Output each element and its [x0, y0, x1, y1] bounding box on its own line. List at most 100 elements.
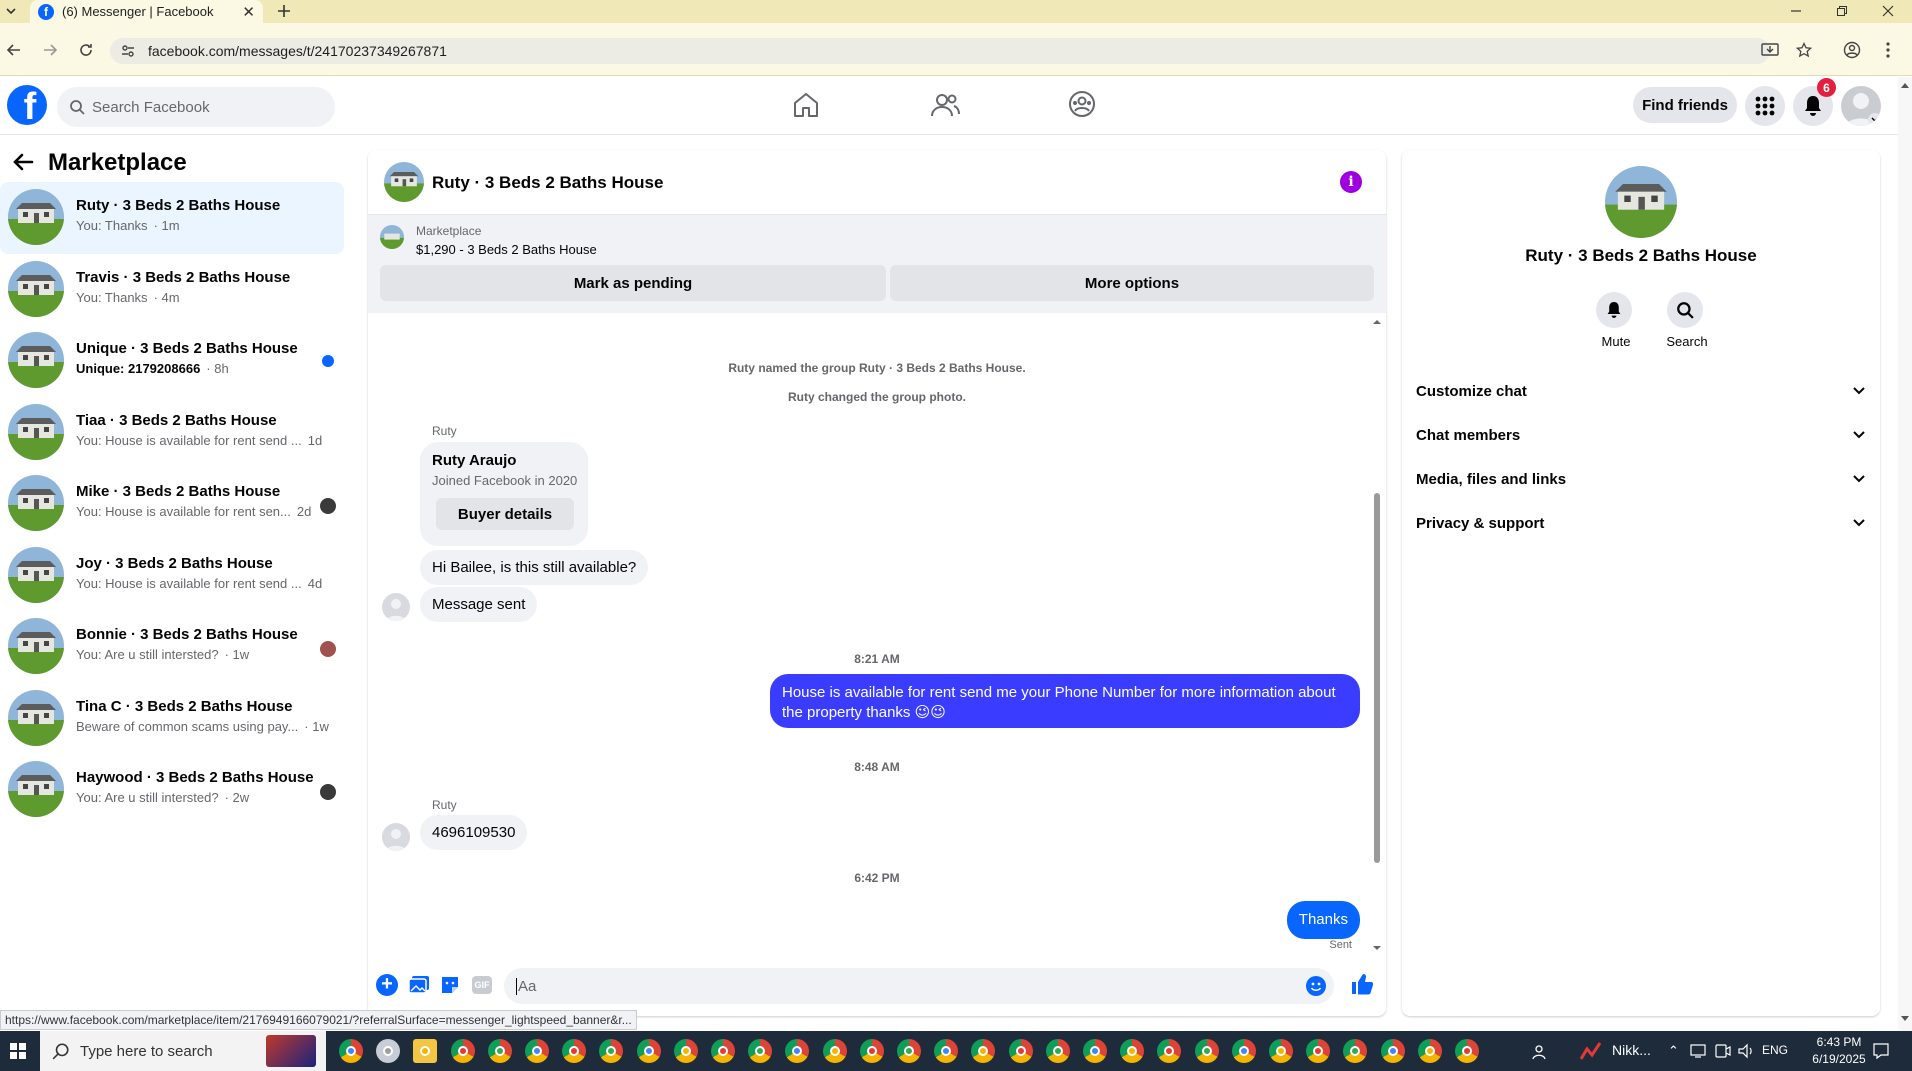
taskbar-app-icon[interactable]	[376, 1039, 401, 1063]
taskbar-app-icon[interactable]	[934, 1039, 959, 1063]
thread-scrollbar[interactable]	[1372, 313, 1382, 958]
taskbar-app-icon[interactable]	[1455, 1039, 1479, 1063]
minimize-button[interactable]	[1782, 0, 1810, 25]
taskbar-app-icon[interactable]	[785, 1039, 810, 1063]
install-app-icon[interactable]	[1756, 36, 1784, 64]
gif-icon[interactable]: GIF	[472, 976, 492, 994]
taskbar-app-icon[interactable]	[1380, 1039, 1405, 1063]
marketplace-listing-bar[interactable]: Marketplace $1,290 - 3 Beds 2 Baths Hous…	[368, 215, 1386, 313]
page-scrollbar[interactable]	[1898, 77, 1912, 1031]
notifications-button[interactable]: 6	[1793, 78, 1836, 126]
taskbar-app-icon[interactable]	[1120, 1039, 1145, 1063]
outgoing-message[interactable]: Thanks	[1286, 901, 1360, 939]
menu-grid-button[interactable]	[1745, 86, 1785, 126]
like-thumb-icon[interactable]	[1350, 972, 1374, 996]
taskbar-app-icon[interactable]	[1083, 1039, 1107, 1063]
media-files-links-section[interactable]: Media, files and links	[1416, 457, 1866, 501]
find-friends-button[interactable]: Find friends	[1633, 87, 1737, 123]
sender-avatar[interactable]	[382, 823, 410, 851]
tab-search-chevron-icon[interactable]	[0, 0, 22, 25]
tray-chevron-icon[interactable]: ⌃	[1668, 1043, 1679, 1059]
taskbar-app-icon[interactable]	[1269, 1039, 1293, 1063]
new-tab-button[interactable]	[270, 0, 298, 25]
taskbar-app-icon[interactable]	[1008, 1039, 1033, 1063]
taskbar-app-icon[interactable]	[673, 1039, 698, 1063]
taskbar-app-icon[interactable]	[971, 1039, 996, 1063]
notification-center-icon[interactable]	[1872, 1042, 1890, 1060]
taskbar-app-icon[interactable]	[1194, 1039, 1219, 1063]
groups-nav-icon[interactable]	[1068, 90, 1096, 118]
browser-tab-active[interactable]: f (6) Messenger | Facebook ✕	[30, 0, 263, 23]
taskbar-app-icon[interactable]	[1343, 1039, 1368, 1063]
outgoing-message[interactable]: House is available for rent send me your…	[770, 674, 1360, 728]
plus-icon[interactable]: +	[376, 974, 398, 996]
conversation-item[interactable]: Joy · 3 Beds 2 Baths House You: House is …	[0, 540, 344, 612]
taskbar-app-icon[interactable]	[711, 1039, 735, 1063]
incoming-message[interactable]: Hi Bailee, is this still available?	[420, 550, 649, 585]
taskbar-app-icon[interactable]	[897, 1039, 921, 1063]
taskbar-widget-label[interactable]: Nikk...	[1612, 1042, 1651, 1058]
taskbar-clock[interactable]: 6:43 PM 6/19/2025	[1796, 1034, 1882, 1068]
facebook-logo[interactable]: f	[7, 85, 47, 125]
conversation-item[interactable]: Tina C · 3 Beds 2 Baths House Beware of c…	[0, 683, 344, 755]
conversation-item[interactable]: Haywood · 3 Beds 2 Baths House You: Are u…	[0, 754, 344, 826]
tab-close-icon[interactable]: ✕	[242, 3, 255, 21]
home-nav-icon[interactable]	[792, 92, 820, 118]
friends-nav-icon[interactable]	[930, 92, 960, 118]
volume-icon[interactable]	[1738, 1043, 1756, 1059]
privacy-support-section[interactable]: Privacy & support	[1416, 501, 1866, 545]
conversation-item[interactable]: Mike · 3 Beds 2 Baths House You: House is…	[0, 468, 344, 540]
meet-now-icon[interactable]	[1714, 1043, 1732, 1059]
info-icon[interactable]: i	[1340, 171, 1362, 193]
taskbar-app-icon[interactable]	[636, 1039, 661, 1063]
stock-widget-icon[interactable]	[1580, 1041, 1602, 1061]
taskbar-app-icon[interactable]	[339, 1039, 363, 1063]
chat-members-section[interactable]: Chat members	[1416, 413, 1866, 457]
customize-chat-section[interactable]: Customize chat	[1416, 369, 1866, 413]
taskbar-app-icon[interactable]	[413, 1039, 438, 1063]
chat-title[interactable]: Ruty · 3 Beds 2 Baths House	[432, 173, 663, 193]
incoming-message[interactable]: Message sent	[420, 587, 538, 622]
conversation-item[interactable]: Unique · 3 Beds 2 Baths House Unique: 217…	[0, 325, 344, 397]
taskbar-app-icon[interactable]	[1231, 1039, 1256, 1063]
address-bar[interactable]: facebook.com/messages/t/2417023734926787…	[110, 38, 1770, 64]
incoming-message[interactable]: 4696109530	[420, 815, 528, 850]
facebook-search-input[interactable]: Search Facebook	[57, 87, 335, 127]
site-settings-icon[interactable]	[120, 43, 136, 59]
language-indicator[interactable]: ENG	[1762, 1043, 1788, 1057]
search-in-chat-button[interactable]: Search	[1657, 292, 1717, 349]
chat-avatar[interactable]	[384, 162, 424, 202]
profile-icon[interactable]	[1838, 36, 1866, 64]
windows-start-icon[interactable]	[10, 1043, 26, 1059]
taskbar-app-icon[interactable]	[450, 1039, 475, 1063]
forward-button[interactable]	[36, 36, 64, 64]
taskbar-app-icon[interactable]	[822, 1039, 847, 1063]
back-button[interactable]	[0, 36, 28, 64]
conversation-item[interactable]: Travis · 3 Beds 2 Baths House You: Thanks…	[0, 254, 344, 326]
people-icon[interactable]	[1532, 1043, 1550, 1061]
taskbar-app-icon[interactable]	[599, 1039, 624, 1063]
photo-icon[interactable]	[408, 975, 430, 995]
taskbar-app-icon[interactable]	[859, 1039, 884, 1063]
more-options-button[interactable]: More options	[890, 265, 1374, 301]
group-avatar[interactable]	[1605, 166, 1677, 238]
buyer-details-button[interactable]: Buyer details	[436, 498, 574, 530]
taskbar-app-icon[interactable]	[748, 1039, 773, 1063]
taskbar-search-input[interactable]: Type here to search	[40, 1031, 326, 1071]
taskbar-app-icon[interactable]	[562, 1039, 587, 1063]
taskbar-app-icon[interactable]	[1045, 1039, 1070, 1063]
mark-as-pending-button[interactable]: Mark as pending	[380, 265, 886, 301]
reload-button[interactable]	[72, 36, 100, 64]
conversation-item[interactable]: Ruty · 3 Beds 2 Baths House You: Thanks · …	[0, 182, 344, 254]
taskbar-app-icon[interactable]	[487, 1039, 512, 1063]
taskbar-app-icon[interactable]	[1306, 1039, 1331, 1063]
back-arrow-icon[interactable]	[12, 152, 34, 172]
bookmark-star-icon[interactable]	[1790, 36, 1818, 64]
taskbar-app-icon[interactable]	[1157, 1039, 1182, 1063]
sender-avatar[interactable]	[382, 593, 410, 621]
network-icon[interactable]	[1690, 1043, 1708, 1059]
restore-button[interactable]	[1828, 0, 1856, 25]
taskbar-app-icon[interactable]	[525, 1039, 549, 1063]
conversation-item[interactable]: Bonnie · 3 Beds 2 Baths House You: Are u …	[0, 611, 344, 683]
mute-button[interactable]: Mute	[1586, 292, 1646, 349]
